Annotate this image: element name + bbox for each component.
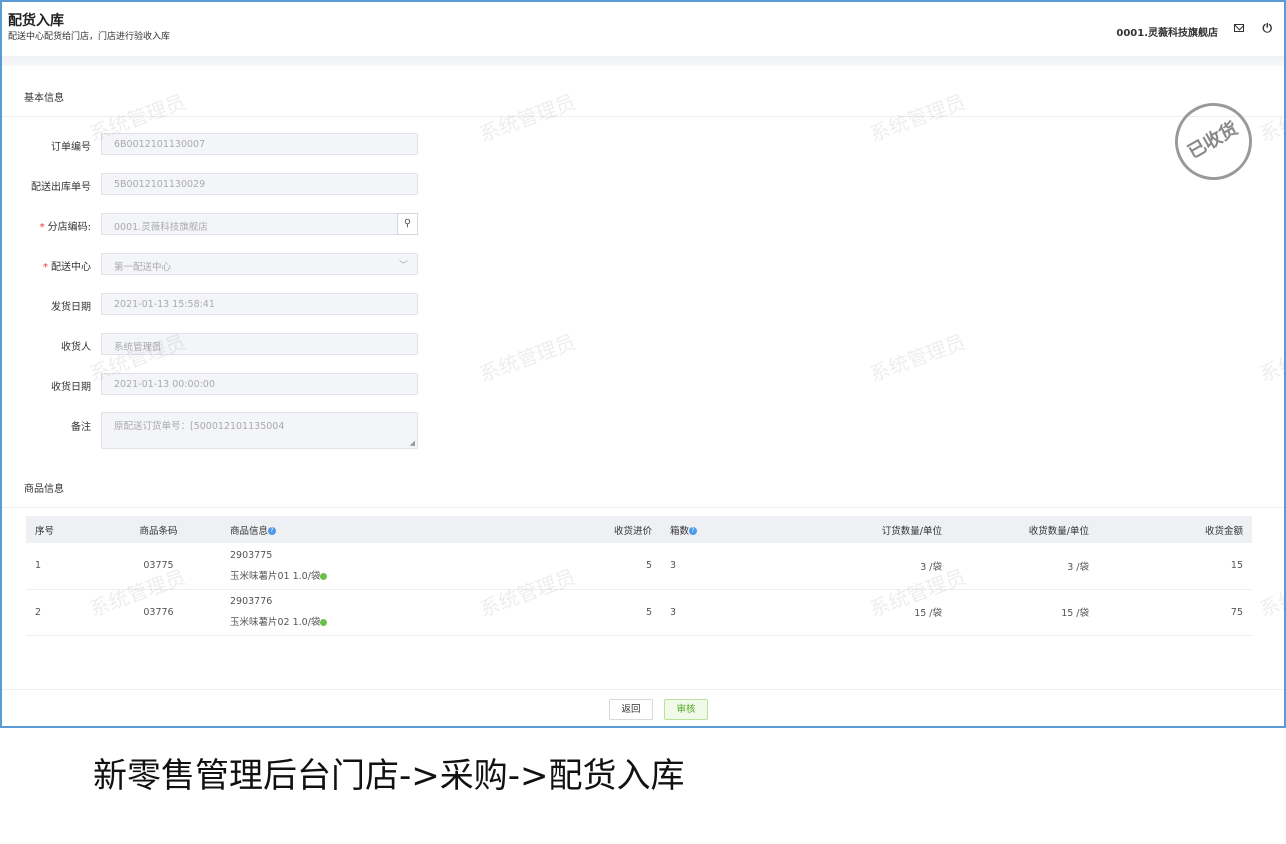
table-row: 1 03775 2903775 玉米味薯片01 1.0/袋 5 3 3 /袋 3 … [26,543,1252,590]
table-row: 2 03776 2903776 玉米味薯片02 1.0/袋 5 3 15 /袋 1… [26,589,1252,636]
page-header: 配货入库 配送中心配货给门店，门店进行验收入库 0001.灵薇科技旗舰店 ⏻ [2,2,1284,56]
ship-date-field[interactable]: 2021-01-13 15:58:41 [101,293,418,315]
app-window: 配货入库 配送中心配货给门店，门店进行验收入库 0001.灵薇科技旗舰店 ⏻ 基… [0,0,1286,728]
col-info: 商品信息? [221,516,601,543]
label-ship-date: 发货日期 [51,302,91,313]
caption: 新零售管理后台门店->采购->配货入库 [93,756,685,796]
remark-textarea[interactable]: 原配送订货单号：[500012101135004 ◢ [101,412,418,449]
header-shadow [2,56,1284,66]
status-dot-icon [320,572,328,580]
distribution-center-select[interactable]: 第一配送中心 ﹀ [101,253,418,275]
section-title-goods: 商品信息 [24,484,64,495]
col-price: 收货进价 [601,516,661,543]
help-icon[interactable]: ? [689,527,698,535]
divider [2,116,1284,117]
outbound-no-field[interactable]: 5B0012101130029 [101,173,418,195]
section-title-basic: 基本信息 [24,93,64,104]
chevron-down-icon: ﹀ [398,261,408,271]
goods-table: 序号 商品条码 商品信息? 收货进价 箱数? 订货数量/单位 收货数量/单位 收… [26,516,1252,636]
col-order-qty: 订货数量/单位 [761,516,951,543]
table-header: 序号 商品条码 商品信息? 收货进价 箱数? 订货数量/单位 收货数量/单位 收… [26,516,1252,543]
watermark: 系统管理员 [476,329,579,387]
page-subtitle: 配送中心配货给门店，门店进行验收入库 [8,32,171,42]
mail-icon[interactable] [1234,24,1244,32]
watermark: 系统管理员 [866,329,969,387]
label-receiver: 收货人 [61,342,91,353]
current-store[interactable]: 0001.灵薇科技旗舰店 [1116,24,1218,39]
receiver-field[interactable]: 系统管理员 [101,333,418,355]
col-barcode: 商品条码 [96,516,221,543]
back-button[interactable]: 返回 [609,699,653,720]
approve-button[interactable]: 审核 [664,699,708,720]
resize-handle-icon[interactable]: ◢ [410,439,415,447]
label-receive-date: 收货日期 [51,382,91,393]
branch-code-field[interactable]: 0001.灵薇科技旗舰店 ⚲ [101,213,418,235]
divider [2,507,1284,508]
status-dot-icon [320,619,328,626]
label-outbound-no: 配送出库单号 [31,182,91,193]
page-title: 配货入库 [8,13,64,29]
watermark: 系统管理员 [1256,329,1286,387]
label-order-no: 订单编号 [51,142,91,153]
label-distribution-center: * 配送中心 [43,262,91,273]
help-icon[interactable]: ? [268,527,277,535]
col-boxes: 箱数? [661,516,761,543]
order-no-field[interactable]: 6B0012101130007 [101,133,418,155]
label-remark: 备注 [71,422,91,433]
col-no: 序号 [26,516,96,543]
label-branch-code: * 分店编码: [39,222,91,233]
col-amount: 收货金额 [1098,516,1252,543]
footer-divider [2,689,1284,690]
receive-date-field[interactable]: 2021-01-13 00:00:00 [101,373,418,395]
received-stamp: 已收货 [1160,88,1267,195]
col-recv-qty: 收货数量/单位 [951,516,1098,543]
power-icon[interactable]: ⏻ [1263,21,1273,36]
search-icon[interactable]: ⚲ [397,213,418,235]
watermark: 系统管理员 [1256,564,1286,622]
